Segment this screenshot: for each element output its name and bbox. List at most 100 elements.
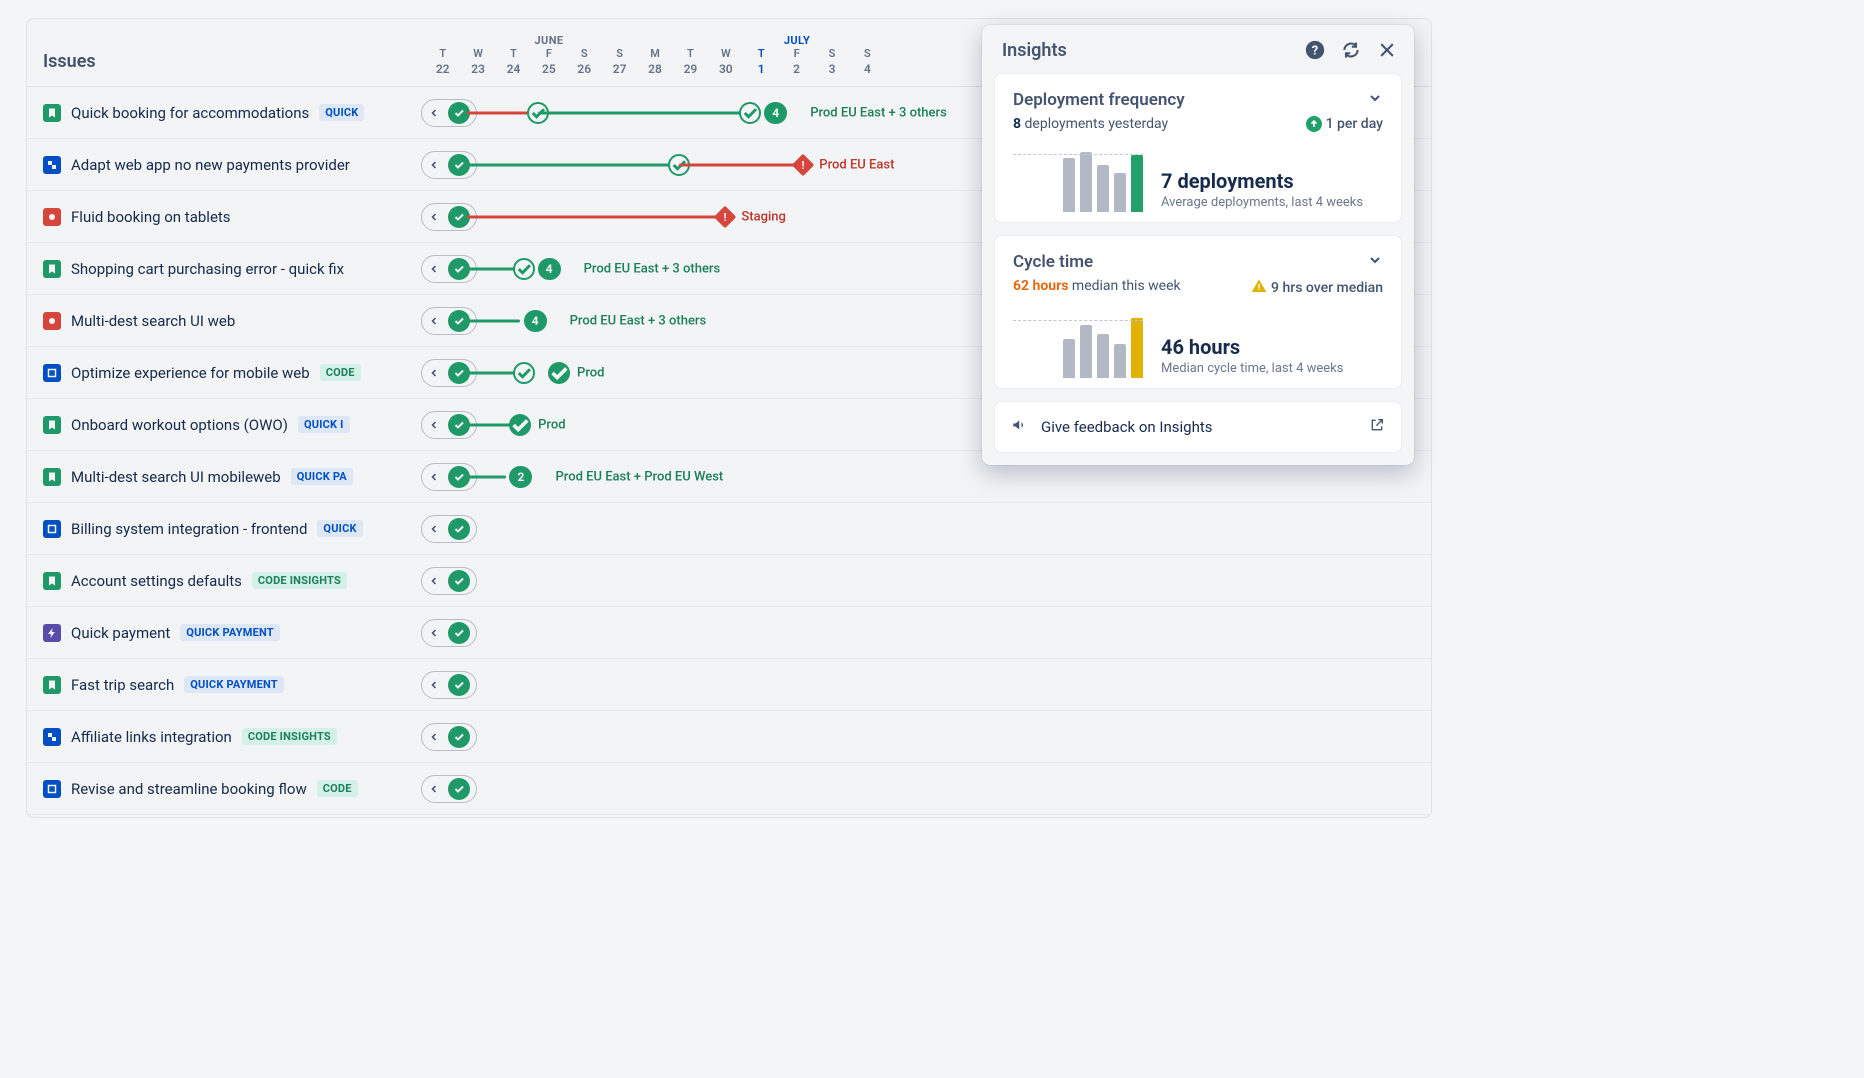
issue-summary[interactable]: Shopping cart purchasing error - quick f…	[27, 260, 417, 278]
sparkline-bar	[1063, 339, 1075, 378]
issue-summary[interactable]: Billing system integration - frontend QU…	[27, 520, 417, 538]
epic-tag[interactable]: QUICK PAYMENT	[184, 676, 284, 693]
chevron-left-icon[interactable]	[424, 575, 444, 587]
chevron-left-icon[interactable]	[424, 211, 444, 223]
feedback-link[interactable]: Give feedback on Insights	[994, 401, 1402, 453]
arrow-up-icon	[1306, 116, 1322, 132]
epic-tag[interactable]: CODE INSIGHTS	[242, 728, 337, 745]
epic-tag[interactable]: CODE	[317, 780, 358, 797]
month-june: JUNE	[425, 34, 673, 47]
deployment-chip[interactable]	[421, 567, 477, 595]
chevron-left-icon[interactable]	[424, 523, 444, 535]
issue-summary[interactable]: Quick payment QUICK PAYMENT	[27, 624, 417, 642]
epic-tag[interactable]: CODE INSIGHTS	[252, 572, 347, 589]
check-icon	[448, 726, 470, 748]
deployment-count-pill[interactable]: 4	[538, 258, 561, 280]
issue-summary[interactable]: Onboard workout options (OWO) QUICK I	[27, 416, 417, 434]
chevron-left-icon[interactable]	[424, 315, 444, 327]
task-icon	[43, 364, 61, 382]
story-icon	[43, 676, 61, 694]
deployment-count-pill[interactable]: 4	[764, 102, 787, 124]
chevron-left-icon[interactable]	[424, 783, 444, 795]
deployment-count-pill[interactable]: 2	[509, 466, 532, 488]
refresh-icon[interactable]	[1340, 39, 1362, 61]
day-column: F25	[531, 47, 566, 77]
card-title: Deployment frequency	[1013, 90, 1185, 110]
story-icon	[43, 416, 61, 434]
epic-tag[interactable]: QUICK PAYMENT	[180, 624, 280, 641]
issue-row[interactable]: Account settings defaults CODE INSIGHTS	[27, 555, 1431, 607]
chevron-left-icon[interactable]	[424, 419, 444, 431]
deployment-frequency-card[interactable]: Deployment frequency 8 deployments yeste…	[994, 73, 1402, 223]
issue-summary[interactable]: Affiliate links integration CODE INSIGHT…	[27, 728, 417, 746]
deployment-node[interactable]	[513, 362, 535, 384]
epic-tag[interactable]: QUICK PA	[291, 468, 353, 485]
issue-summary[interactable]: Fast trip search QUICK PAYMENT	[27, 676, 417, 694]
deploy-caption: Average deployments, last 4 weeks	[1161, 195, 1363, 212]
story-icon	[43, 260, 61, 278]
issue-row[interactable]: Affiliate links integration CODE INSIGHT…	[27, 711, 1431, 763]
deployment-node[interactable]	[548, 362, 570, 384]
warning-diamond-icon[interactable]	[792, 153, 815, 176]
issue-row[interactable]: Quick payment QUICK PAYMENT	[27, 607, 1431, 659]
chevron-left-icon[interactable]	[424, 471, 444, 483]
issue-summary[interactable]: Account settings defaults CODE INSIGHTS	[27, 572, 417, 590]
issue-title: Affiliate links integration	[71, 728, 232, 746]
epic-icon	[43, 624, 61, 642]
timeline-segment	[467, 319, 520, 322]
issue-row[interactable]: Revise and streamline booking flow CODE	[27, 763, 1431, 815]
issue-summary[interactable]: Quick booking for accommodations QUICK	[27, 104, 417, 122]
deployment-count-pill[interactable]: 4	[524, 310, 547, 332]
chevron-left-icon[interactable]	[424, 107, 444, 119]
issue-row[interactable]: Fast trip search QUICK PAYMENT	[27, 659, 1431, 711]
chevron-left-icon[interactable]	[424, 731, 444, 743]
deployment-node[interactable]	[509, 414, 531, 436]
day-column: S3	[814, 47, 849, 77]
environment-label: Prod EU East + 3 others	[810, 105, 947, 120]
deployment-chip[interactable]	[421, 723, 477, 751]
timeline-cell	[417, 711, 1431, 762]
deployment-chip[interactable]	[421, 775, 477, 803]
deployment-node[interactable]	[739, 102, 761, 124]
deploy-count: 8 deployments yesterday	[1013, 116, 1168, 132]
timeline-segment	[467, 475, 506, 478]
environment-label: Prod EU East + Prod EU West	[555, 469, 723, 484]
deployment-node[interactable]	[513, 258, 535, 280]
warning-diamond-icon[interactable]	[714, 205, 737, 228]
check-icon	[448, 518, 470, 540]
chevron-left-icon[interactable]	[424, 679, 444, 691]
chevron-left-icon[interactable]	[424, 367, 444, 379]
timeline-segment	[679, 163, 799, 166]
issue-row[interactable]: Billing system integration - frontend QU…	[27, 503, 1431, 555]
timeline-cell	[417, 503, 1431, 554]
issue-summary[interactable]: Optimize experience for mobile web CODE	[27, 364, 417, 382]
day-column: F2	[779, 47, 814, 77]
deployment-chip[interactable]	[421, 671, 477, 699]
cycle-median: 46 hours	[1161, 335, 1343, 359]
sparkline-bar	[1097, 334, 1109, 378]
epic-tag[interactable]: QUICK	[317, 520, 362, 537]
sparkline-bar	[1114, 173, 1126, 212]
chevron-down-icon[interactable]	[1367, 252, 1383, 272]
deployment-chip[interactable]	[421, 515, 477, 543]
help-icon[interactable]: ?	[1304, 39, 1326, 61]
deploy-sparkline	[1013, 146, 1143, 212]
cycle-caption: Median cycle time, last 4 weeks	[1161, 361, 1343, 378]
epic-tag[interactable]: CODE	[320, 364, 361, 381]
epic-tag[interactable]: QUICK	[319, 104, 364, 121]
deployment-chip[interactable]	[421, 619, 477, 647]
epic-tag[interactable]: QUICK I	[298, 416, 350, 433]
issue-summary[interactable]: Adapt web app no new payments provider	[27, 156, 417, 174]
timeline-cell	[417, 763, 1431, 814]
chevron-left-icon[interactable]	[424, 159, 444, 171]
month-july: JULY	[673, 34, 921, 47]
cycle-time-card[interactable]: Cycle time 62 hours median this week 9 h…	[994, 235, 1402, 389]
issue-summary[interactable]: Revise and streamline booking flow CODE	[27, 780, 417, 798]
issue-summary[interactable]: Multi-dest search UI web	[27, 312, 417, 330]
chevron-left-icon[interactable]	[424, 263, 444, 275]
chevron-left-icon[interactable]	[424, 627, 444, 639]
chevron-down-icon[interactable]	[1367, 90, 1383, 110]
close-icon[interactable]	[1376, 39, 1398, 61]
issue-summary[interactable]: Multi-dest search UI mobileweb QUICK PA	[27, 468, 417, 486]
issue-summary[interactable]: Fluid booking on tablets	[27, 208, 417, 226]
